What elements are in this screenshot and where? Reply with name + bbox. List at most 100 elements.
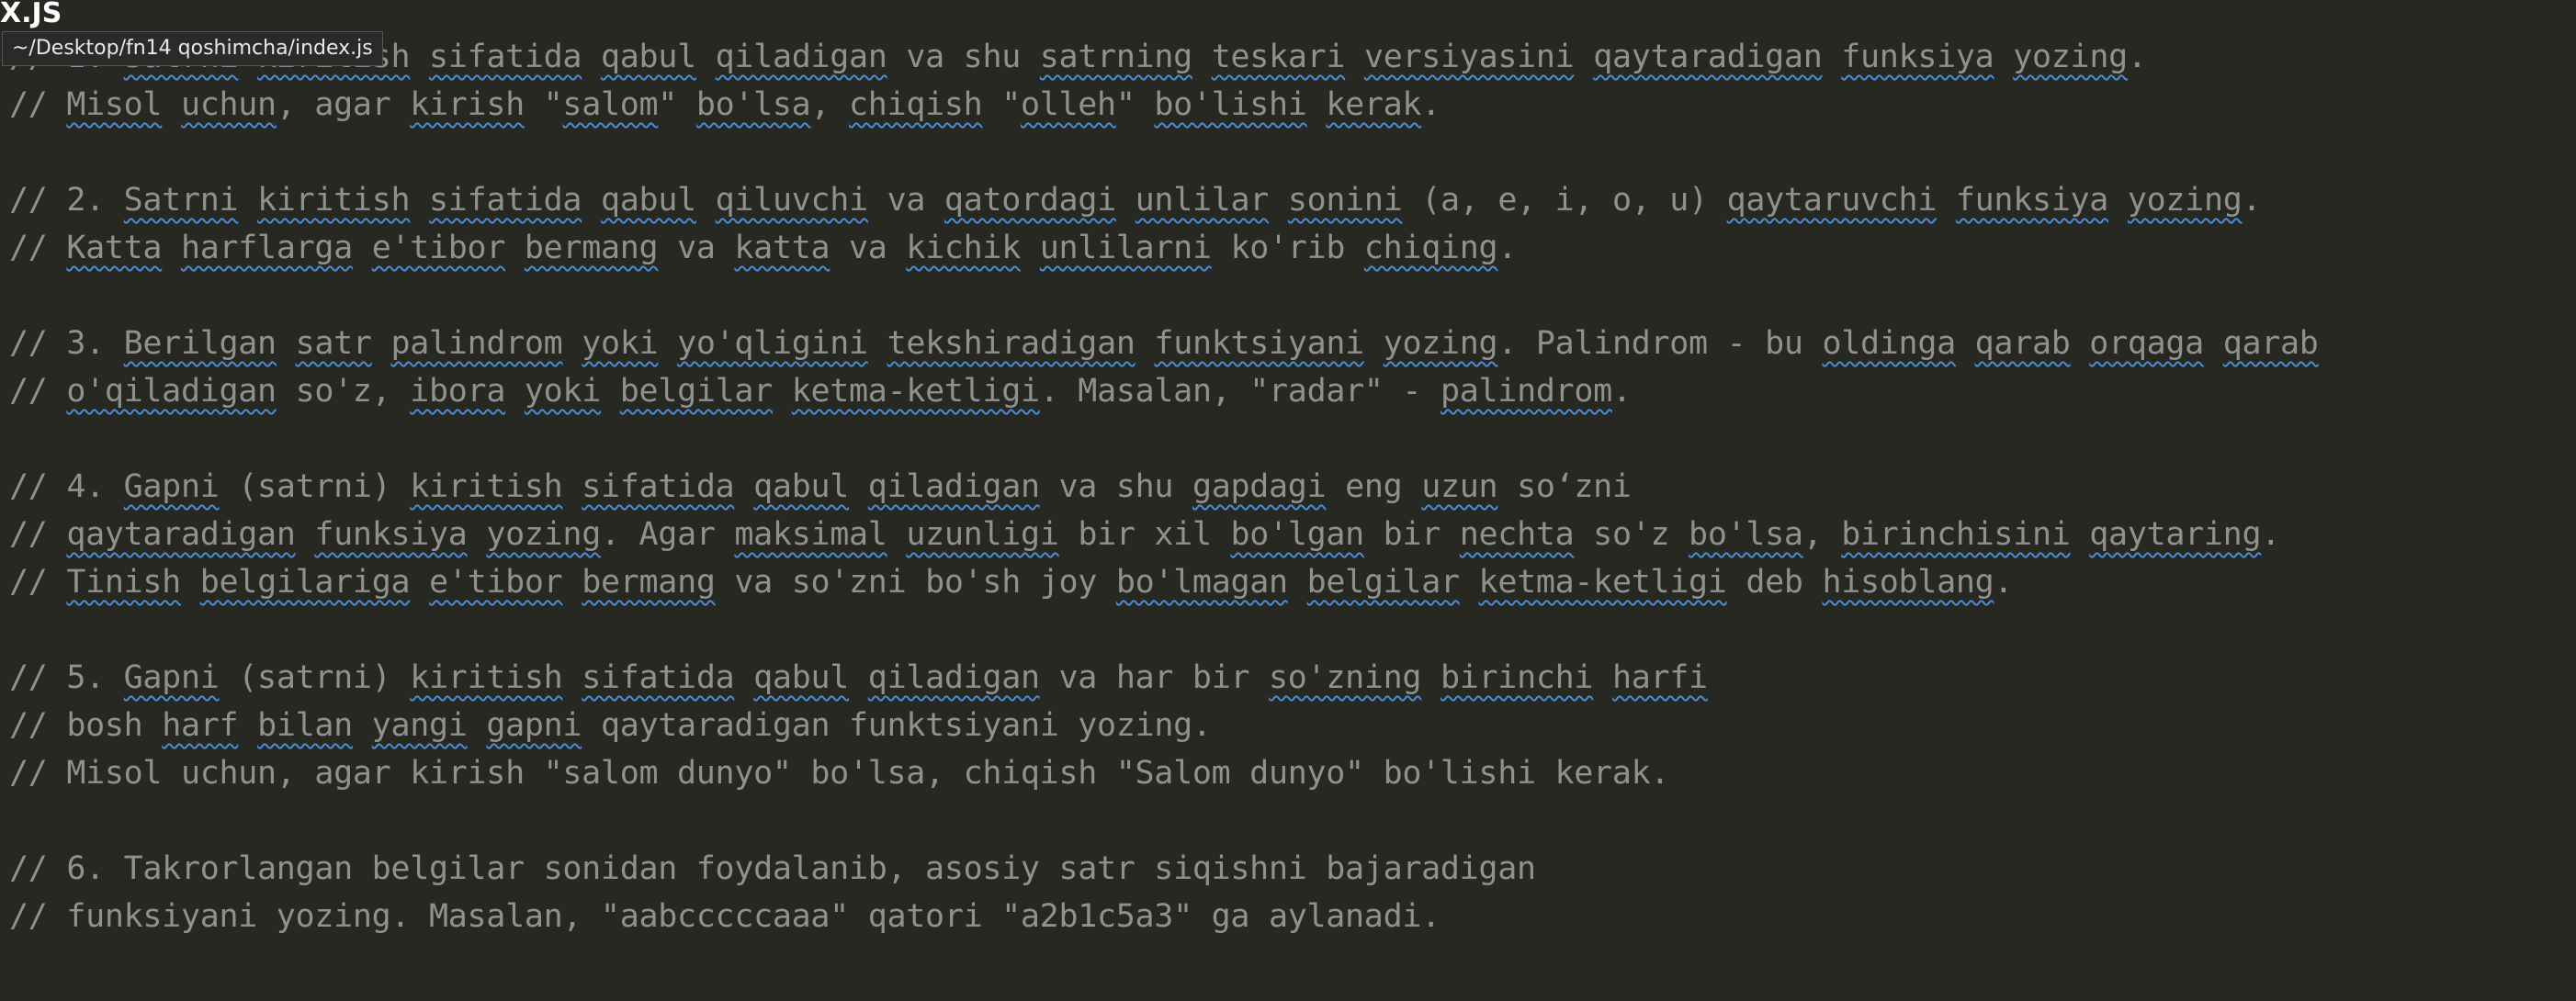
comment-text [1364,325,1384,362]
code-line[interactable]: // funksiyani yozing. Masalan, "aabccccc… [9,893,2576,940]
comment-text [162,230,181,266]
comment-text: // Misol uchun, agar kirish "salom dunyo… [9,755,1670,792]
comment-text: " [1115,86,1155,123]
comment-text [696,182,716,219]
misspelled-word: yoki [524,373,601,410]
misspelled-word: yangi [371,707,468,744]
comment-text [353,230,372,266]
comment-text: va shu [887,39,1040,75]
comment-text [2204,325,2223,362]
code-line[interactable]: // 3. Berilgan satr palindrom yoki yo'ql… [9,320,2576,367]
comment-text [372,325,391,362]
comment-text [849,659,868,696]
misspelled-word: funksiya [1955,182,2109,219]
comment-text [1307,86,1327,123]
misspelled-word: Tinish [66,564,181,601]
misspelled-word: qaytaruvchi [1726,182,1938,219]
misspelled-word: Gapni [123,659,220,696]
comment-text: qaytaradigan funktsiyani yozing. [582,707,1212,744]
misspelled-word: funksiya [1841,39,1994,75]
code-line[interactable]: // o'qiladigan so'z, ibora yoki belgilar… [9,367,2576,415]
comment-text [1460,564,1479,601]
misspelled-word: o'qiladigan [66,373,277,410]
code-line[interactable]: // Misol uchun, agar kirish "salom" bo'l… [9,81,2576,129]
comment-text [1956,325,1975,362]
comment-text [1937,182,1956,219]
comment-text: bir xil [1058,516,1231,553]
code-line[interactable]: // 4. Gapni (satrni) kiritish sifatida q… [9,463,2576,511]
misspelled-word: ibora [410,373,506,410]
comment-text [2108,182,2128,219]
misspelled-word: Satrni [123,182,239,219]
misspelled-word: belgilariga [199,564,411,601]
code-editor[interactable]: X.JS ~/Desktop/fn14 qoshimcha/index.js /… [0,0,2576,1001]
misspelled-word: funksiya [314,516,468,553]
code-area[interactable]: // 1. Satrni kiritish sifatida qabul qil… [9,33,2576,940]
misspelled-word: qiladigan [867,468,1040,505]
comment-text: . [1497,230,1518,266]
misspelled-word: tekshiradigan [887,325,1135,362]
comment-text [696,39,716,75]
misspelled-word: sifatida [582,468,735,505]
misspelled-word: qabul [601,39,696,75]
misspelled-word: palindrom [390,325,563,362]
comment-text: // [9,373,67,410]
empty-line[interactable] [9,129,2576,176]
comment-text: va shu [1039,468,1192,505]
misspelled-word: qaytaring [2089,516,2262,553]
comment-text [562,659,582,696]
misspelled-word: uzun [1421,468,1498,505]
comment-text: so'z, [276,373,411,410]
misspelled-word: Katta [66,230,163,266]
comment-text: so'z [1574,516,1689,553]
comment-text: . [2242,182,2262,219]
comment-text: , agar [276,86,411,123]
misspelled-word: bo'lgan [1230,516,1365,553]
misspelled-word: yozing [2013,39,2128,75]
comment-text: va [830,230,907,266]
comment-text [1135,325,1155,362]
misspelled-word: belgilar [619,373,773,410]
empty-line[interactable] [9,272,2576,320]
comment-text [1822,39,1841,75]
empty-line[interactable] [9,797,2576,845]
comment-text [468,516,487,553]
misspelled-word: uzunligi [906,516,1059,553]
code-line[interactable]: // Katta harflarga e'tibor bermang va ka… [9,224,2576,272]
comment-text [410,39,429,75]
misspelled-word: teskari [1211,39,1346,75]
code-line[interactable]: // 6. Takrorlangan belgilar sonidan foyd… [9,845,2576,893]
code-line[interactable]: // 1. Satrni kiritish sifatida qabul qil… [9,33,2576,81]
misspelled-word: kerak [1326,86,1422,123]
empty-line[interactable] [9,606,2576,654]
code-line[interactable]: // 2. Satrni kiritish sifatida qabul qil… [9,176,2576,224]
comment-text: // funksiyani yozing. Masalan, "aabccccc… [9,898,1441,935]
misspelled-word: yoki [582,325,659,362]
code-line[interactable]: // qaytaradigan funksiya yozing. Agar ma… [9,511,2576,558]
misspelled-word: sifatida [429,182,582,219]
misspelled-word: belgilar [1306,564,1460,601]
code-line[interactable]: // 5. Gapni (satrni) kiritish sifatida q… [9,654,2576,702]
misspelled-word: qabul [753,468,850,505]
comment-text: so‘zni [1497,468,1632,505]
comment-text [410,182,429,219]
misspelled-word: qiladigan [715,39,887,75]
comment-text [734,468,753,505]
misspelled-word: unlilar [1135,182,1270,219]
comment-text [868,325,887,362]
empty-line[interactable] [9,415,2576,463]
misspelled-word: qiluvchi [715,182,868,219]
code-line[interactable]: // Misol uchun, agar kirish "salom dunyo… [9,749,2576,797]
comment-text [601,373,620,410]
misspelled-word: bermang [524,230,659,266]
code-line[interactable]: // Tinish belgilariga e'tibor bermang va… [9,558,2576,606]
comment-text [1021,230,1040,266]
comment-text [353,707,372,744]
comment-text: va so'zni bo'sh joy [715,564,1116,601]
comment-text [1269,182,1288,219]
code-line[interactable]: // bosh harf bilan yangi gapni qaytaradi… [9,702,2576,749]
misspelled-word: olleh [1020,86,1116,123]
comment-text [2071,325,2090,362]
comment-text: . Agar [600,516,735,553]
file-tab-label[interactable]: X.JS [0,0,62,28]
